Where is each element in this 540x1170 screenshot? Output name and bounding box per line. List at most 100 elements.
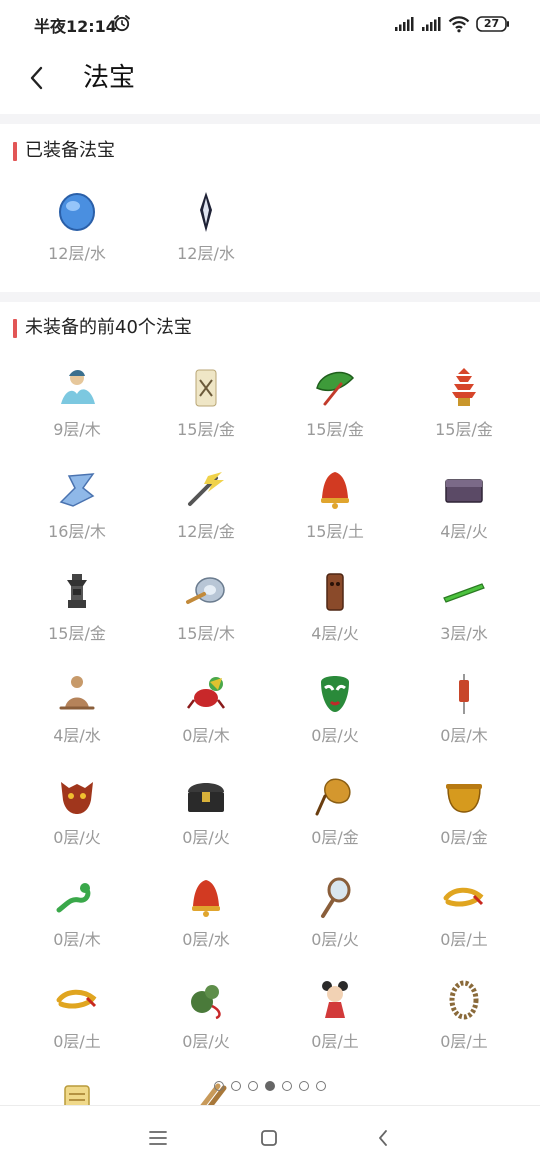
treasure-item[interactable]: 0层/火: [270, 872, 400, 972]
treasure-item[interactable]: 0层/火: [141, 770, 271, 870]
treasure-item[interactable]: 0层/火: [270, 668, 400, 768]
treasure-item[interactable]: 0层/土: [270, 974, 400, 1074]
treasure-item[interactable]: 4层/水: [12, 668, 142, 768]
treasure-level-label: 9层/木: [53, 420, 101, 439]
spirit-figure-icon: [61, 370, 95, 404]
treasure-item[interactable]: 15层/木: [141, 566, 271, 666]
treasure-level-label: 0层/土: [440, 1032, 488, 1051]
treasure-level-label: 0层/木: [182, 726, 230, 745]
page-dot[interactable]: [282, 1081, 292, 1091]
battery-level: 27: [483, 17, 500, 30]
green-fan-icon: [316, 371, 355, 406]
blue-wings-icon: [59, 473, 95, 507]
treasure-item[interactable]: 12层/金: [141, 464, 271, 564]
treasure-item[interactable]: 4层/火: [270, 566, 400, 666]
treasure-item[interactable]: 4层/火: [399, 464, 529, 564]
dark-chest-icon: [445, 479, 483, 503]
page-dot[interactable]: [316, 1081, 326, 1091]
nav-back-icon[interactable]: [376, 1128, 390, 1148]
treasure-item[interactable]: 9层/木: [12, 362, 142, 462]
treasure-level-label: 4层/水: [53, 726, 101, 745]
battery-icon: 27: [476, 16, 510, 32]
treasure-level-label: 4层/火: [311, 624, 359, 643]
lightning-pen-icon: [188, 472, 224, 506]
treasure-level-label: 0层/土: [440, 930, 488, 949]
treasure-level-label: 0层/土: [53, 1032, 101, 1051]
treasure-item[interactable]: 15层/金: [141, 362, 271, 462]
signal-icon-2: [422, 17, 441, 31]
treasure-level-label: 3层/水: [440, 624, 488, 643]
menu-icon[interactable]: [148, 1130, 168, 1146]
yellow-ribbon-icon: [443, 887, 484, 907]
doll-girl-icon: [322, 981, 348, 1018]
section-divider: [0, 114, 540, 124]
golden-cauldron-icon: [446, 784, 482, 813]
treasure-item[interactable]: 0层/金: [399, 770, 529, 870]
treasure-level-label: 0层/火: [53, 828, 101, 847]
title-bar: 法宝: [0, 48, 540, 112]
dark-crystal-icon: [200, 192, 212, 232]
home-icon[interactable]: [260, 1129, 278, 1147]
wifi-icon: [448, 16, 470, 33]
unequipped-section-title: 未装备的前40个法宝: [25, 317, 192, 338]
crab-creature-icon: [187, 677, 225, 709]
treasure-level-label: 0层/金: [440, 828, 488, 847]
treasure-level-label: 0层/土: [311, 1032, 359, 1051]
status-indicators: 27: [394, 13, 510, 35]
treasure-chest-icon: [188, 783, 224, 812]
blue-gem-icon: [59, 193, 95, 231]
green-dragon-icon: [56, 883, 91, 913]
treasure-item[interactable]: 15层/金: [270, 362, 400, 462]
pagoda-icon: [452, 368, 476, 406]
treasure-item[interactable]: 15层/金: [12, 566, 142, 666]
jade-ruler-icon: [443, 583, 485, 603]
treasure-level-label: 0层/火: [182, 1032, 230, 1051]
treasure-item[interactable]: 0层/金: [270, 770, 400, 870]
paper-doll-icon: [195, 369, 217, 407]
page-dot[interactable]: [299, 1081, 309, 1091]
treasure-item[interactable]: 0层/土: [12, 974, 142, 1074]
treasure-item[interactable]: 0层/土: [399, 974, 529, 1074]
treasure-level-label: 15层/金: [177, 420, 235, 439]
treasure-level-label: 12层/水: [48, 244, 106, 263]
page-dot[interactable]: [265, 1081, 275, 1091]
treasure-item[interactable]: 0层/木: [12, 872, 142, 972]
status-bar: 半夜12:14 27: [0, 0, 540, 48]
hanging-tag-icon: [459, 674, 469, 714]
system-nav-bar: [0, 1105, 540, 1170]
page-dot[interactable]: [231, 1081, 241, 1091]
treasure-item[interactable]: 15层/金: [399, 362, 529, 462]
treasure-level-label: 12层/金: [177, 522, 235, 541]
treasure-level-label: 15层/土: [306, 522, 364, 541]
treasure-level-label: 15层/木: [177, 624, 235, 643]
treasure-level-label: 12层/水: [177, 244, 235, 263]
page-dot[interactable]: [248, 1081, 258, 1091]
back-icon[interactable]: [24, 62, 52, 94]
red-bell-icon: [192, 880, 220, 917]
meditating-monk-icon: [59, 676, 95, 710]
yellow-ribbon-icon: [56, 989, 97, 1009]
treasure-item[interactable]: 16层/木: [12, 464, 142, 564]
treasure-level-label: 15层/金: [306, 420, 364, 439]
treasure-item[interactable]: 3层/水: [399, 566, 529, 666]
treasure-item[interactable]: 0层/火: [12, 770, 142, 870]
signal-icon: [395, 17, 414, 31]
treasure-level-label: 0层/金: [311, 828, 359, 847]
treasure-level-label: 15层/金: [48, 624, 106, 643]
treasure-item[interactable]: 0层/木: [141, 668, 271, 768]
page-dot[interactable]: [214, 1081, 224, 1091]
treasure-item[interactable]: 12层/水: [12, 186, 142, 286]
treasure-item[interactable]: 0层/土: [399, 872, 529, 972]
palm-fan-icon: [315, 778, 351, 816]
bead-necklace-icon: [449, 980, 479, 1020]
treasure-item[interactable]: 15层/土: [270, 464, 400, 564]
treasure-item[interactable]: 12层/水: [141, 186, 271, 286]
treasure-item[interactable]: 0层/水: [141, 872, 271, 972]
equipped-section-title: 已装备法宝: [25, 140, 115, 161]
section-divider: [0, 292, 540, 302]
treasure-item[interactable]: 0层/木: [399, 668, 529, 768]
treasure-level-label: 0层/水: [182, 930, 230, 949]
treasure-item[interactable]: 0层/火: [141, 974, 271, 1074]
treasure-level-label: 0层/木: [53, 930, 101, 949]
section-accent-bar: [13, 319, 17, 338]
